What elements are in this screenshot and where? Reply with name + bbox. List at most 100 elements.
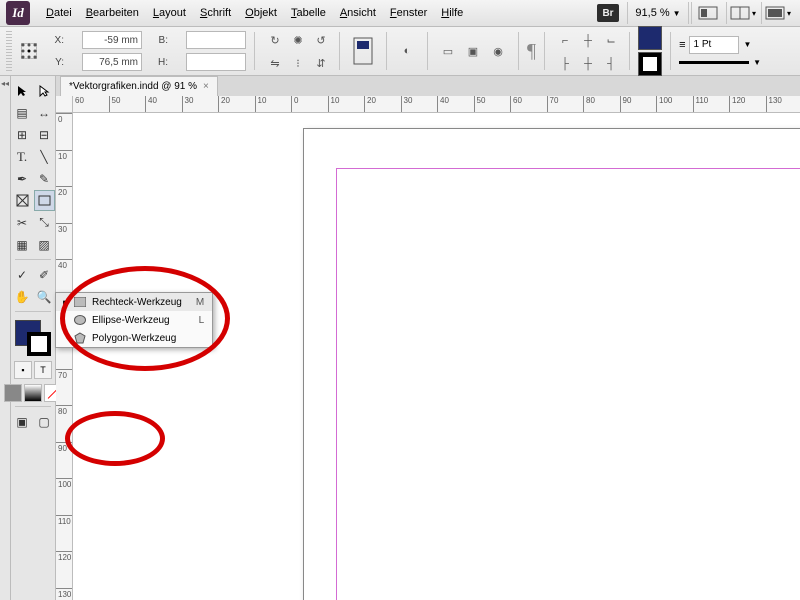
rectangle-frame-tool[interactable] (12, 190, 33, 211)
normal-view-button[interactable]: ▣ (12, 411, 33, 432)
zoom-level[interactable]: 91,5 %▼ (627, 2, 689, 24)
align-vcenter-icon[interactable]: ┼ (576, 29, 600, 53)
ruler-vertical[interactable]: 0102030405060708090100110120130 (56, 113, 73, 600)
paragraph-icon[interactable]: ¶ (527, 40, 536, 63)
menu-bearbeiten[interactable]: Bearbeiten (80, 4, 145, 22)
flip-h-icon[interactable]: ⇋ (263, 52, 287, 76)
zoom-tool[interactable]: 🔍 (34, 286, 55, 307)
transform-icons: ↻ ✺ ↺ ⇋ ⁝ ⇵ (263, 29, 331, 74)
view-mode-button-3[interactable]: ▾ (761, 2, 794, 24)
stroke-swatch[interactable] (638, 52, 662, 76)
eyedropper-tool[interactable]: ✐ (34, 264, 55, 285)
stroke-weight-field[interactable]: 1 Pt (689, 36, 739, 54)
menu-hilfe[interactable]: Hilfe (435, 4, 469, 22)
document-tab[interactable]: *Vektorgrafiken.indd @ 91 % × (60, 76, 218, 96)
panel-grip[interactable] (6, 31, 12, 71)
menu-datei[interactable]: Datei (40, 4, 78, 22)
close-tab-icon[interactable]: × (203, 81, 209, 92)
apply-text-button[interactable]: T (34, 361, 52, 379)
menu-layout[interactable]: Layout (147, 4, 192, 22)
view-mode-button-1[interactable] (691, 2, 724, 24)
bug-icon[interactable]: ✺ (286, 29, 310, 53)
flip-v-icon[interactable]: ⇵ (309, 52, 333, 76)
stroke-style-preview[interactable] (679, 61, 749, 64)
flyout-polygon-tool[interactable]: Polygon-Werkzeug (56, 329, 212, 347)
stroke-weight-icon: ≡ (679, 39, 685, 51)
menu-fenster[interactable]: Fenster (384, 4, 433, 22)
free-transform-tool[interactable]: ⤡ (34, 212, 55, 233)
gradient-feather-tool[interactable]: ▨ (34, 234, 55, 255)
align-bottom-icon[interactable]: ⌙ (599, 29, 623, 53)
flyout-rectangle-tool[interactable]: ■ Rechteck-Werkzeug M (56, 293, 212, 311)
fill-stroke-proxy[interactable] (15, 320, 51, 356)
wrap-none-icon[interactable]: ▭ (436, 39, 460, 63)
reference-point[interactable] (20, 31, 38, 71)
align-left-icon[interactable]: ├ (553, 52, 577, 76)
note-tool[interactable]: ✓ (12, 264, 33, 285)
page-tool[interactable]: ▤ (12, 102, 33, 123)
view-mode-button-2[interactable]: ▾ (726, 2, 759, 24)
gap-tool[interactable]: ↔ (34, 102, 55, 123)
w-field[interactable] (186, 31, 246, 49)
fill-swatch[interactable] (638, 26, 662, 50)
ruler-horizontal[interactable]: 6050403020100102030405060708090100110120… (72, 96, 800, 113)
preview-view-button[interactable]: ▢ (34, 411, 55, 432)
formatting-container-button[interactable] (4, 384, 22, 402)
dots-icon[interactable]: ⁝ (286, 52, 310, 76)
align-icons: ⌐ ┼ ⌙ ├ ┼ ┤ (553, 29, 621, 74)
chevron-down-icon[interactable]: ▼ (743, 40, 751, 49)
container-icon[interactable] (348, 30, 378, 72)
h-label: H: (150, 57, 168, 68)
app-logo: Id (6, 1, 30, 25)
y-field[interactable]: 76,5 mm (82, 53, 142, 71)
menubar: Id Datei Bearbeiten Layout Schrift Objek… (0, 0, 800, 27)
flyout-label: Polygon-Werkzeug (92, 333, 190, 344)
menu-ansicht[interactable]: Ansicht (334, 4, 382, 22)
menu-tabelle[interactable]: Tabelle (285, 4, 332, 22)
align-right-icon[interactable]: ┤ (599, 52, 623, 76)
canvas[interactable] (73, 113, 800, 600)
align-top-icon[interactable]: ⌐ (553, 29, 577, 53)
rectangle-tool[interactable] (34, 190, 55, 211)
selection-tool[interactable] (12, 80, 33, 101)
size-fields: B: H: (150, 30, 246, 72)
apply-gradient-button[interactable] (24, 384, 42, 402)
flyout-label: Rechteck-Werkzeug (92, 297, 182, 308)
content-placer-tool[interactable]: ⊟ (34, 124, 55, 145)
line-tool[interactable]: ╲ (34, 146, 55, 167)
page-margin-guide (336, 168, 800, 600)
align-hcenter-icon[interactable]: ┼ (576, 52, 600, 76)
toolbox: ▤↔ ⊞⊟ T.╲ ✒✎ ✂⤡ ▦▨ ✓✐ ✋🔍 ▪ T ▣▢ (11, 76, 56, 600)
ruler-origin[interactable] (56, 96, 73, 113)
effects-icon[interactable]: ◐ (395, 39, 419, 63)
polygon-icon (74, 332, 86, 344)
wrap-shape-icon[interactable]: ◉ (486, 39, 510, 63)
scissors-tool[interactable]: ✂ (12, 212, 33, 233)
w-label: B: (150, 35, 168, 46)
pen-tool[interactable]: ✒ (12, 168, 33, 189)
menu-objekt[interactable]: Objekt (239, 4, 283, 22)
chevron-down-icon[interactable]: ▼ (753, 58, 761, 67)
hand-tool[interactable]: ✋ (12, 286, 33, 307)
pencil-tool[interactable]: ✎ (34, 168, 55, 189)
type-tool[interactable]: T. (12, 146, 33, 167)
content-collector-tool[interactable]: ⊞ (12, 124, 33, 145)
flyout-shortcut: M (196, 297, 204, 308)
rotate-ccw-icon[interactable]: ↺ (309, 29, 333, 53)
apply-color-button[interactable]: ▪ (14, 361, 32, 379)
flyout-ellipse-tool[interactable]: Ellipse-Werkzeug L (56, 311, 212, 329)
gradient-swatch-tool[interactable]: ▦ (12, 234, 33, 255)
bridge-badge[interactable]: Br (597, 4, 619, 22)
h-field[interactable] (186, 53, 246, 71)
x-field[interactable]: -59 mm (82, 31, 142, 49)
menu-schrift[interactable]: Schrift (194, 4, 237, 22)
wrap-bbox-icon[interactable]: ▣ (461, 39, 485, 63)
tab-bar: *Vektorgrafiken.indd @ 91 % × (56, 76, 800, 96)
flyout-shortcut: L (199, 315, 205, 326)
ellipse-icon (74, 314, 86, 326)
rotate-cw-icon[interactable]: ↻ (263, 29, 287, 53)
direct-selection-tool[interactable] (34, 80, 55, 101)
rectangle-icon (74, 296, 86, 308)
panel-collapse-left[interactable]: ◂◂ (0, 76, 11, 600)
wrap-icons: ▭ ▣ ◉ (436, 39, 510, 63)
